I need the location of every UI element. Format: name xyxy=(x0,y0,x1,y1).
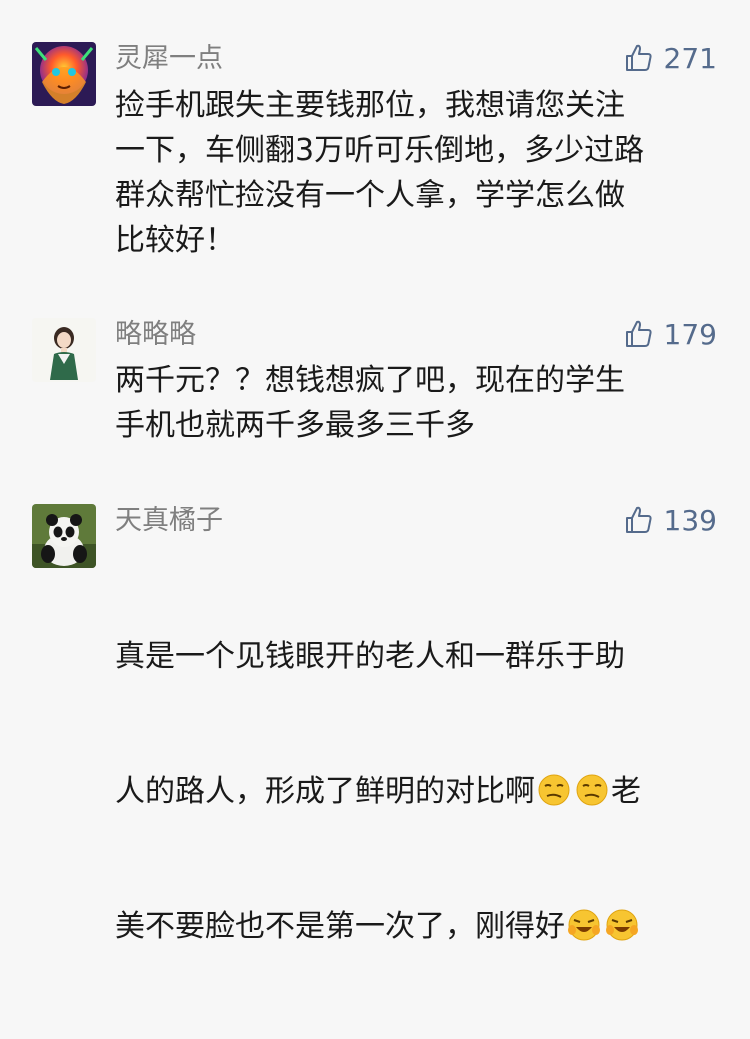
comment-segment: 老 xyxy=(611,774,641,809)
comment-segment: 美不要脸也不是第一次了，刚得好 xyxy=(115,909,565,944)
like-button[interactable]: 271 xyxy=(624,40,717,76)
smirk-emoji-icon xyxy=(537,773,571,807)
comment-line: 美不要脸也不是第一次了，刚得好 xyxy=(115,904,715,949)
username[interactable]: 略略略 xyxy=(115,318,196,352)
panda-icon xyxy=(32,504,96,568)
comment-text: 捡手机跟失主要钱那位，我想请您关注 一下，车侧翻3万听可乐倒地，多少过路 群众帮忙捡… xyxy=(115,83,715,263)
comment-segment: 人的路人，形成了鲜明的对比啊 xyxy=(115,774,535,809)
comment-line: 群众帮忙捡没有一个人拿，学学怎么做 xyxy=(115,178,625,213)
girl-illustration-icon xyxy=(32,318,96,382)
like-count: 139 xyxy=(663,503,717,537)
like-button[interactable]: 179 xyxy=(624,316,717,352)
comment-line: 一下，车侧翻3万听可乐倒地，多少过路 xyxy=(115,133,645,168)
comment-line: 手机也就两千多最多三千多 xyxy=(115,408,475,443)
like-count: 179 xyxy=(663,317,717,351)
avatar[interactable] xyxy=(32,42,96,106)
username[interactable]: 灵犀一点 xyxy=(115,42,223,76)
like-count: 271 xyxy=(663,41,717,75)
comment-text: 两千元？？想钱想疯了吧，现在的学生 手机也就两千多最多三千多 xyxy=(115,358,715,448)
laugh-emoji-icon xyxy=(567,908,601,942)
comment-line: 捡手机跟失主要钱那位，我想请您关注 xyxy=(115,88,625,123)
like-button[interactable]: 139 xyxy=(624,502,717,538)
thumbs-up-icon xyxy=(624,319,654,349)
laugh-emoji-icon xyxy=(605,908,639,942)
avatar[interactable] xyxy=(32,504,96,568)
colorful-lion-icon xyxy=(32,42,96,106)
avatar[interactable] xyxy=(32,318,96,382)
comment-line: 两千元？？想钱想疯了吧，现在的学生 xyxy=(115,363,625,398)
comment-line: 真是一个见钱眼开的老人和一群乐于助 xyxy=(115,639,625,674)
comment-line: 人的路人，形成了鲜明的对比啊 老 xyxy=(115,769,715,814)
smirk-emoji-icon xyxy=(575,773,609,807)
username[interactable]: 天真橘子 xyxy=(115,504,223,538)
comment-text: 真是一个见钱眼开的老人和一群乐于助 人的路人，形成了鲜明的对比啊 老 美不要脸也不… xyxy=(115,544,715,1039)
thumbs-up-icon xyxy=(624,505,654,535)
comment-line: 比较好！ xyxy=(115,223,235,258)
thumbs-up-icon xyxy=(624,43,654,73)
